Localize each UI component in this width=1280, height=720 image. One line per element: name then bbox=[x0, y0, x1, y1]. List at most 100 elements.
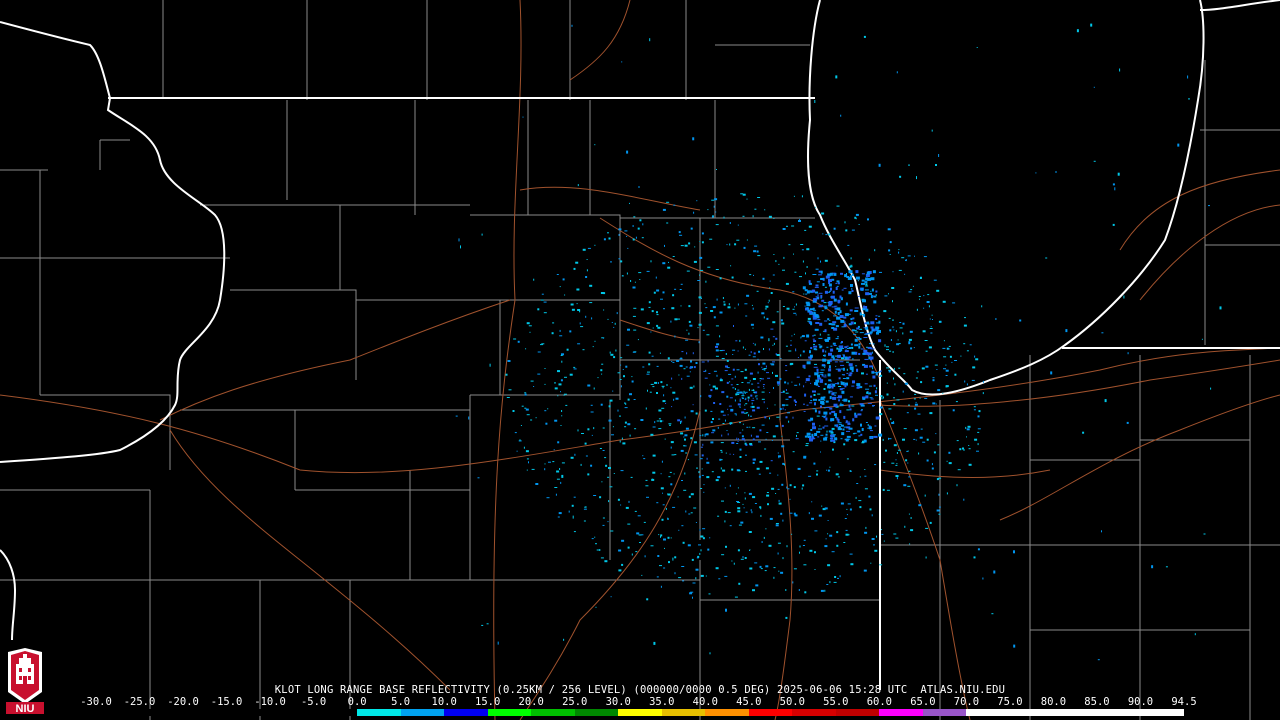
echo-speckle bbox=[978, 410, 981, 413]
echo-speckle bbox=[737, 549, 740, 552]
echo-speckle bbox=[873, 544, 875, 546]
echo-speckle bbox=[763, 316, 765, 319]
echo-speckle bbox=[635, 551, 638, 553]
echo-speckle bbox=[814, 409, 817, 413]
echo-speckle bbox=[713, 370, 717, 372]
echo-speckle bbox=[860, 404, 865, 407]
echo-speckle bbox=[814, 551, 816, 554]
echo-speckle bbox=[671, 307, 675, 310]
echo-speckle bbox=[820, 396, 824, 400]
echo-speckle bbox=[702, 443, 704, 446]
echo-speckle bbox=[762, 362, 766, 365]
echo-speckle bbox=[871, 538, 875, 540]
echo-speckle bbox=[851, 385, 855, 387]
echo-speckle bbox=[632, 225, 634, 227]
echo-speckle bbox=[775, 523, 779, 524]
echo-speckle bbox=[594, 244, 596, 246]
echo-speckle bbox=[733, 453, 735, 455]
echo-speckle bbox=[821, 310, 824, 312]
echo-speckle bbox=[883, 540, 885, 542]
echo-speckle bbox=[732, 349, 736, 351]
echo-speckle bbox=[869, 430, 873, 432]
echo-speckle bbox=[631, 553, 633, 556]
echo-speckle bbox=[775, 337, 778, 340]
colorbar-segment bbox=[1096, 709, 1141, 716]
echo-speckle bbox=[658, 409, 662, 412]
echo-speckle bbox=[893, 403, 896, 405]
echo-speckle bbox=[708, 394, 712, 397]
echo-speckle bbox=[802, 260, 804, 263]
echo-speckle bbox=[812, 274, 817, 275]
echo-speckle bbox=[866, 321, 870, 324]
echo-speckle bbox=[576, 288, 580, 291]
echo-speckle bbox=[820, 373, 824, 375]
echo-speckle bbox=[861, 372, 864, 375]
echo-speckle bbox=[809, 350, 811, 354]
echo-speckle bbox=[873, 435, 878, 438]
echo-speckle bbox=[819, 425, 821, 427]
echo-speckle bbox=[787, 488, 790, 490]
echo-speckle bbox=[816, 470, 819, 472]
echo-speckle bbox=[759, 460, 763, 463]
echo-speckle bbox=[754, 245, 758, 247]
echo-speckle bbox=[713, 316, 716, 319]
echo-speckle bbox=[845, 533, 849, 536]
echo-speckle bbox=[731, 468, 734, 471]
echo-speckle bbox=[744, 442, 747, 445]
echo-speckle bbox=[645, 479, 648, 481]
echo-speckle bbox=[840, 502, 844, 505]
echo-speckle bbox=[904, 382, 908, 385]
echo-speckle bbox=[703, 491, 705, 493]
echo-speckle bbox=[839, 361, 844, 363]
echo-speckle bbox=[839, 315, 844, 318]
echo-speckle bbox=[750, 406, 753, 408]
echo-speckle bbox=[801, 249, 804, 251]
echo-speckle bbox=[737, 303, 739, 306]
echo-speckle bbox=[752, 327, 754, 329]
echo-speckle bbox=[700, 446, 703, 448]
echo-speckle bbox=[971, 379, 975, 381]
echo-speckle bbox=[766, 492, 769, 493]
echo-speckle bbox=[624, 426, 627, 428]
echo-speckle bbox=[763, 369, 765, 371]
echo-speckle bbox=[855, 365, 858, 367]
echo-speckle bbox=[793, 486, 796, 489]
echo-speckle bbox=[910, 517, 912, 519]
scale-label: 50.0 bbox=[779, 696, 805, 708]
echo-speckle bbox=[820, 589, 824, 592]
echo-speckle bbox=[718, 418, 721, 420]
echo-speckle bbox=[806, 361, 811, 365]
echo-speckle bbox=[633, 216, 636, 218]
echo-speckle bbox=[756, 406, 760, 409]
echo-speckle bbox=[728, 303, 730, 306]
echo-speckle bbox=[773, 576, 775, 579]
echo-speckle bbox=[680, 283, 683, 285]
scale-label: -10.0 bbox=[254, 696, 286, 708]
echo-speckle bbox=[793, 333, 795, 335]
logo-text: NIU bbox=[16, 703, 35, 715]
echo-speckle bbox=[577, 184, 579, 187]
echo-speckle bbox=[580, 463, 582, 466]
echo-speckle bbox=[814, 372, 819, 376]
echo-speckle bbox=[907, 450, 909, 452]
echo-speckle bbox=[881, 533, 884, 535]
echo-speckle bbox=[928, 346, 932, 349]
echo-speckle bbox=[626, 272, 628, 275]
echo-speckle bbox=[601, 363, 604, 365]
echo-speckle bbox=[721, 358, 725, 359]
echo-speckle bbox=[704, 377, 708, 379]
echo-speckle bbox=[854, 344, 859, 347]
echo-speckle bbox=[870, 290, 872, 292]
niu-logo: NIU bbox=[4, 646, 46, 716]
echo-speckle bbox=[723, 303, 726, 306]
echo-speckle bbox=[778, 455, 781, 458]
echo-speckle bbox=[794, 384, 798, 386]
echo-speckle bbox=[579, 310, 581, 313]
echo-speckle bbox=[832, 392, 837, 394]
echo-speckle bbox=[846, 368, 848, 371]
echo-speckle bbox=[724, 575, 728, 577]
echo-speckle bbox=[661, 460, 663, 463]
echo-speckle bbox=[761, 368, 764, 370]
echo-speckle bbox=[735, 340, 738, 342]
echo-speckle bbox=[780, 358, 782, 359]
